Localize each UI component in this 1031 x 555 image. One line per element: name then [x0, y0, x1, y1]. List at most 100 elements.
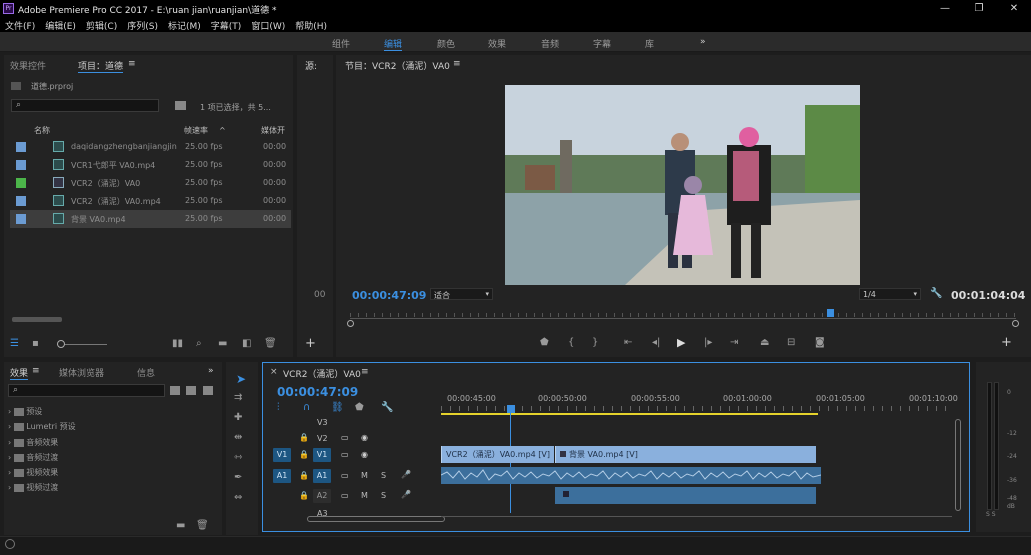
menu-clip[interactable]: 剪辑(C) [81, 17, 122, 32]
menu-help[interactable]: 帮助(H) [290, 17, 332, 32]
new-bin-icon[interactable]: ▬ [218, 338, 227, 349]
new-item-icon[interactable]: ◧ [242, 338, 251, 349]
audio-clip-a2[interactable] [555, 487, 816, 504]
timeline-playhead-handle[interactable] [507, 405, 515, 413]
effects-more-button[interactable]: » [208, 366, 214, 376]
eye-icon[interactable]: ◉ [361, 433, 368, 442]
effects-search-input[interactable]: ⌕ [8, 384, 165, 397]
sync-lock-icon[interactable]: ▭ [341, 433, 349, 442]
program-panel-menu-icon[interactable]: ≡ [453, 59, 461, 69]
close-sequence-icon[interactable]: × [270, 367, 278, 377]
menu-sequence[interactable]: 序列(S) [122, 17, 163, 32]
list-item[interactable]: VCR2（涌泥）VA0.mp4 25.00 fps 00:00 [10, 192, 291, 210]
snap-icon[interactable]: ∩ [303, 402, 310, 413]
workspace-libraries[interactable]: 库 [645, 37, 654, 50]
mark-out-icon[interactable]: } [592, 337, 598, 348]
bin-from-selection-icon[interactable] [175, 101, 186, 110]
workspace-effects[interactable]: 效果 [488, 37, 506, 50]
accelerated-effects-icon[interactable] [170, 386, 180, 395]
button-editor-add-icon[interactable]: + [1001, 335, 1012, 350]
menu-window[interactable]: 窗口(W) [246, 17, 290, 32]
extract-icon[interactable]: ⊟ [787, 337, 795, 348]
timeline-zoom-scrollbar[interactable] [307, 516, 445, 522]
list-view-icon[interactable]: ☰ [10, 338, 19, 349]
column-fps[interactable]: 帧速率 [184, 125, 208, 136]
track-target-a2[interactable]: A2 [313, 489, 331, 503]
workspace-editing[interactable]: 编辑 [384, 37, 403, 51]
go-to-out-icon[interactable]: ⇥ [730, 337, 738, 348]
maximize-button[interactable]: ❐ [962, 0, 996, 17]
step-forward-icon[interactable]: |▸ [704, 337, 712, 348]
delete-custom-item-icon[interactable]: 🗑 [196, 520, 209, 531]
menu-edit[interactable]: 编辑(E) [40, 17, 81, 32]
mute-button[interactable]: M [361, 471, 368, 480]
lock-icon[interactable]: 🔒 [299, 491, 309, 500]
clear-icon[interactable]: 🗑 [264, 338, 277, 349]
tree-item-audio-transitions[interactable]: › 音频过渡 [8, 452, 58, 463]
linked-selection-icon[interactable]: ⛓ [331, 402, 344, 413]
nest-icon[interactable]: ⫶ [277, 402, 280, 413]
tab-effect-controls[interactable]: 效果控件 [10, 59, 46, 72]
fit-dropdown[interactable]: 适合 ▾ [430, 288, 493, 300]
scrub-start-handle[interactable] [347, 320, 354, 327]
sync-lock-icon[interactable]: ▭ [341, 491, 349, 500]
source-patch-v1[interactable]: V1 [273, 448, 291, 462]
source-label[interactable]: 源: [305, 59, 317, 72]
lock-icon[interactable]: 🔒 [299, 471, 309, 480]
tab-project[interactable]: 项目：道德 [78, 59, 124, 73]
workspace-color[interactable]: 颜色 [437, 37, 455, 50]
work-area-bar[interactable] [441, 413, 818, 415]
tree-item-audio-effects[interactable]: › 音频效果 [8, 437, 58, 448]
meter-solo-buttons[interactable]: S S [986, 511, 996, 518]
source-patch-a1[interactable]: A1 [273, 469, 291, 483]
list-item[interactable]: 背景 VA0.mp4 25.00 fps 00:00 [10, 210, 291, 228]
add-marker-icon[interactable]: ⬟ [540, 337, 549, 348]
label-color-swatch[interactable] [16, 214, 26, 224]
label-color-swatch[interactable] [16, 142, 26, 152]
workspace-assembly[interactable]: 组件 [332, 37, 350, 50]
slip-tool-icon[interactable]: ⇿ [234, 452, 242, 463]
vertical-scrollbar[interactable] [955, 419, 961, 511]
label-color-swatch[interactable] [16, 178, 26, 188]
label-color-swatch[interactable] [16, 160, 26, 170]
menu-title[interactable]: 字幕(T) [206, 17, 247, 32]
program-video-frame[interactable] [505, 85, 860, 285]
solo-button[interactable]: S [381, 471, 386, 480]
source-add-button[interactable]: + [305, 336, 316, 351]
zoom-slider-handle[interactable] [57, 340, 65, 348]
tree-item-lumetri-presets[interactable]: › Lumetri 预设 [8, 421, 76, 432]
find-icon[interactable]: ⌕ [196, 338, 202, 349]
sort-ascending-icon[interactable]: ^ [219, 126, 226, 135]
menu-marker[interactable]: 标记(M) [163, 17, 206, 32]
column-name[interactable]: 名称 [34, 125, 50, 136]
go-to-in-icon[interactable]: ⇤ [624, 337, 632, 348]
close-window-button[interactable]: ✕ [997, 0, 1031, 17]
icon-view-icon[interactable]: ▪ [32, 338, 39, 349]
column-media-start[interactable]: 媒体开 [261, 125, 285, 136]
track-target-v1[interactable]: V1 [313, 448, 331, 462]
sync-lock-icon[interactable]: ▭ [341, 471, 349, 480]
track-target-a1[interactable]: A1 [313, 469, 331, 483]
ripple-edit-tool-icon[interactable]: ✚ [234, 412, 242, 423]
hand-tool-icon[interactable]: ⇔ [234, 492, 242, 503]
program-playhead[interactable] [826, 309, 834, 317]
menu-file[interactable]: 文件(F) [0, 17, 40, 32]
yuv-effects-icon[interactable] [203, 386, 213, 395]
resolution-dropdown[interactable]: 1/4 ▾ [859, 288, 921, 300]
step-back-icon[interactable]: ◂| [652, 337, 660, 348]
effects-panel-menu-icon[interactable]: ≡ [32, 366, 40, 376]
automate-to-sequence-icon[interactable]: ▮▮ [172, 338, 183, 349]
workspace-captions[interactable]: 字幕 [593, 37, 611, 50]
video-clip-background[interactable]: 背景 VA0.mp4 [V] [555, 446, 816, 463]
tree-item-presets[interactable]: › 预设 [8, 406, 42, 417]
tab-info[interactable]: 信息 [137, 366, 155, 379]
timeline-menu-icon[interactable]: ≡ [361, 367, 369, 377]
add-marker-icon[interactable]: ⬟ [355, 402, 364, 413]
list-item[interactable]: daqidangzhengbanjiangjin 25.00 fps 00:00 [10, 138, 291, 156]
project-search-input[interactable]: ⌕ [11, 99, 159, 112]
project-panel-menu-icon[interactable]: ≡ [128, 59, 136, 69]
video-clip-vcr2[interactable]: VCR2（涌泥）VA0.mp4 [V] [441, 446, 554, 463]
horizontal-scrollbar[interactable] [441, 516, 952, 522]
lock-icon[interactable]: 🔒 [299, 450, 309, 459]
track-select-tool-icon[interactable]: ⇉ [234, 392, 242, 403]
